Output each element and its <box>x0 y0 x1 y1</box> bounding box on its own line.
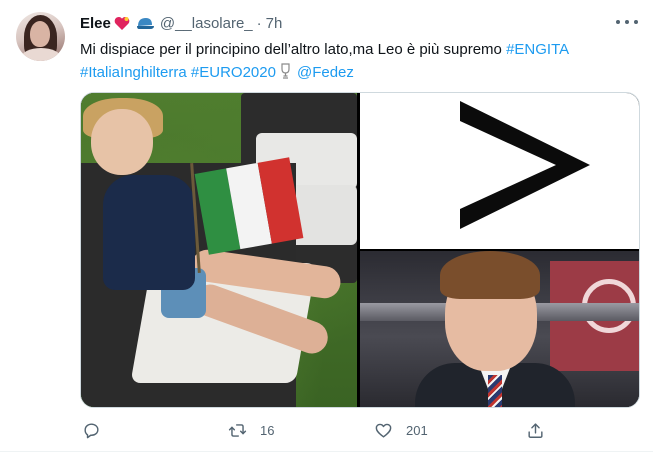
reply-icon <box>84 422 99 438</box>
like-button[interactable]: 201 <box>374 418 428 442</box>
author-handle[interactable]: @__lasolare_ <box>160 15 253 32</box>
tweet-timestamp[interactable]: 7h <box>266 15 283 32</box>
tweet-text-line-1: Mi dispiace per il principino dell’altro… <box>80 38 640 61</box>
retweet-icon <box>228 423 247 437</box>
greater-than-symbol <box>460 101 590 229</box>
like-count: 201 <box>406 422 428 438</box>
boy-with-italian-flag-photo[interactable] <box>81 93 357 407</box>
striped-tie <box>488 375 502 407</box>
more-dot <box>625 20 629 24</box>
more-options-icon[interactable] <box>616 13 638 31</box>
share-button[interactable] <box>526 418 545 442</box>
media-grid <box>80 92 640 408</box>
tweet[interactable]: Elee @__lasolare_ · 7h Mi dispiace per i… <box>0 0 653 452</box>
mention-fedez[interactable]: @Fedez <box>297 64 354 81</box>
tweet-header: Elee @__lasolare_ · 7h <box>80 13 282 33</box>
hashtag-italiainghilterra[interactable]: #ItaliaInghilterra <box>80 64 187 81</box>
prince-george-stadium-photo[interactable] <box>360 251 639 407</box>
more-dot <box>616 20 620 24</box>
retweet-button[interactable]: 16 <box>228 418 274 442</box>
separator-dot: · <box>256 14 262 32</box>
tweet-actions: 16 201 <box>80 418 600 442</box>
author-display-name[interactable]: Elee <box>80 15 111 32</box>
boy-hair <box>440 251 540 299</box>
tweet-text-line-2: #ItaliaInghilterra #EURO2020 @Fedez <box>80 61 640 84</box>
boy-face <box>91 109 153 175</box>
hashtag-euro2020[interactable]: #EURO2020 <box>191 64 276 81</box>
trophy-emoji-icon <box>281 63 290 79</box>
tweet-text-body: Mi dispiace per il principino dell’altro… <box>80 41 507 58</box>
avatar[interactable] <box>16 12 65 61</box>
blue-cap-emoji-icon <box>136 18 154 29</box>
greater-than-sign-image[interactable] <box>360 93 639 249</box>
boy-shirt <box>103 175 195 290</box>
retweet-count: 16 <box>260 422 275 438</box>
share-icon <box>528 422 543 438</box>
avatar-body <box>21 48 61 61</box>
heart-icon <box>375 423 392 438</box>
avatar-face <box>30 21 50 47</box>
more-dot <box>634 20 638 24</box>
hashtag-engita[interactable]: #ENGITA <box>506 41 569 58</box>
italian-flag <box>194 157 304 255</box>
heart-emoji-icon <box>114 16 130 30</box>
reply-button[interactable] <box>82 418 114 442</box>
tweet-text: Mi dispiace per il principino dell’altro… <box>80 38 640 84</box>
